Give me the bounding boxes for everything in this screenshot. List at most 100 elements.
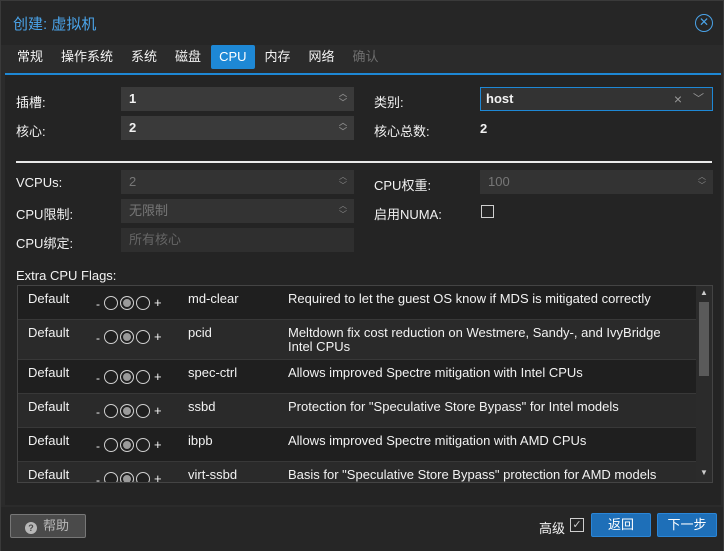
extra-flags-title: Extra CPU Flags: [16, 268, 117, 283]
cpu-weight-input[interactable]: 100 ︿ ﹀ [480, 170, 713, 194]
tab-bar: 常规 操作系统 系统 磁盘 CPU 内存 网络 确认 [9, 45, 389, 73]
tab-disks[interactable]: 磁盘 [167, 45, 209, 69]
vcpus-input[interactable]: 2 ︿ ﹀ [121, 170, 354, 194]
advanced-checkbox[interactable]: ✓ [570, 518, 584, 532]
cores-label: 核心: [16, 124, 46, 139]
scroll-up-icon[interactable]: ▲ [696, 288, 712, 300]
flag-on-radio[interactable] [136, 438, 150, 452]
dialog-title: 创建: 虚拟机 [13, 16, 97, 33]
close-icon[interactable]: ✕ [695, 14, 713, 32]
clear-icon[interactable]: × [674, 88, 682, 110]
scroll-down-icon[interactable]: ▼ [696, 468, 712, 480]
flag-description: Basis for "Speculative Store Bypass" pro… [288, 467, 657, 482]
cpu-panel: 插槽: 1 ︿ ﹀ 核心: 2 ︿ ﹀ 类别: host × ﹀ 核心总数: 2 V… [5, 75, 721, 505]
flag-on-radio[interactable] [136, 472, 150, 482]
back-button[interactable]: 返回 [591, 513, 651, 537]
cores-input[interactable]: 2 ︿ ﹀ [121, 116, 354, 140]
flag-state: Default [28, 325, 70, 340]
check-icon: ✓ [572, 519, 582, 531]
flag-state: Default [28, 291, 70, 306]
sockets-label: 插槽: [16, 95, 46, 110]
help-button[interactable]: ? 帮助 [10, 514, 86, 538]
flag-off-radio[interactable] [104, 296, 118, 310]
flag-state: Default [28, 433, 70, 448]
flag-off-radio[interactable] [104, 404, 118, 418]
flag-on-radio[interactable] [136, 404, 150, 418]
flag-on-radio[interactable] [136, 330, 150, 344]
flag-tristate: - + [96, 403, 162, 419]
sockets-spinner[interactable]: ︿ ﹀ [337, 90, 349, 108]
flag-on-radio[interactable] [136, 296, 150, 310]
cpu-affinity-input[interactable]: 所有核心 [121, 228, 354, 252]
total-cores-label: 核心总数: [374, 124, 430, 139]
tab-os[interactable]: 操作系统 [53, 45, 121, 69]
numa-label: 启用NUMA: [374, 207, 442, 222]
dialog-footer: ? 帮助 高级 ✓ 返回 下一步 [1, 507, 723, 551]
flag-description: Meltdown fix cost reduction on Westmere,… [288, 325, 661, 354]
create-vm-dialog: 创建: 虚拟机 ✕ 常规 操作系统 系统 磁盘 CPU 内存 网络 确认 插槽:… [0, 0, 724, 551]
table-row: Default - + ssbd Protection for "Specula… [18, 394, 696, 428]
flag-tristate: - + [96, 369, 162, 385]
flag-state: Default [28, 467, 70, 482]
flag-name: ssbd [188, 399, 216, 414]
numa-checkbox[interactable] [481, 205, 494, 218]
flag-description: Allows improved Spectre mitigation with … [288, 365, 583, 380]
tab-system[interactable]: 系统 [123, 45, 165, 69]
help-icon: ? [25, 522, 37, 534]
cpu-weight-spinner[interactable]: ︿ ﹀ [696, 173, 708, 191]
flag-name: pcid [188, 325, 212, 340]
cpu-limit-input[interactable]: 无限制 ︿ ﹀ [121, 199, 354, 223]
flag-default-radio[interactable] [120, 404, 134, 418]
flag-default-radio[interactable] [120, 296, 134, 310]
table-row: Default - + virt-ssbd Basis for "Specula… [18, 462, 696, 482]
tab-confirm: 确认 [352, 49, 379, 64]
tab-network[interactable]: 网络 [301, 45, 343, 69]
total-cores-value: 2 [480, 121, 488, 136]
help-button-label: 帮助 [43, 518, 70, 533]
cpu-weight-label: CPU权重: [374, 178, 432, 193]
flags-scrollbar[interactable]: ▲ ▼ [696, 286, 712, 482]
flag-description: Protection for "Speculative Store Bypass… [288, 399, 619, 414]
flag-tristate: - + [96, 470, 166, 482]
chevron-down-icon[interactable]: ﹀ [693, 88, 704, 110]
flag-state: Default [28, 399, 70, 414]
flag-default-radio[interactable] [120, 438, 134, 452]
cpu-affinity-label: CPU绑定: [16, 236, 74, 251]
sockets-input[interactable]: 1 ︿ ﹀ [121, 87, 354, 111]
cpu-flags-grid: Default - + md-clear Required to let the… [17, 285, 713, 483]
flag-default-radio[interactable] [120, 330, 134, 344]
table-row: Default - + spec-ctrl Allows improved Sp… [18, 360, 696, 394]
scroll-thumb[interactable] [699, 302, 709, 376]
vcpus-spinner[interactable]: ︿ ﹀ [337, 173, 349, 191]
flag-description: Allows improved Spectre mitigation with … [288, 433, 587, 448]
flag-default-radio[interactable] [120, 370, 134, 384]
flag-default-radio[interactable] [120, 472, 134, 482]
flag-off-radio[interactable] [104, 438, 118, 452]
flag-on-radio[interactable] [136, 370, 150, 384]
flag-state: Default [28, 365, 70, 380]
flag-name: md-clear [188, 291, 239, 306]
type-label: 类别: [374, 95, 404, 110]
advanced-label: 高级 [539, 521, 566, 536]
flag-off-radio[interactable] [104, 330, 118, 344]
title-bar: 创建: 虚拟机 ✕ [1, 1, 723, 45]
table-row: Default - + md-clear Required to let the… [18, 286, 696, 320]
flag-tristate: - + [96, 329, 162, 345]
flag-off-radio[interactable] [104, 472, 118, 482]
flag-tristate: - + [96, 437, 162, 453]
tab-memory[interactable]: 内存 [257, 45, 299, 69]
cores-spinner[interactable]: ︿ ﹀ [337, 119, 349, 137]
cpu-limit-spinner[interactable]: ︿ ﹀ [337, 202, 349, 220]
vcpus-label: VCPUs: [16, 175, 63, 190]
cpu-type-select[interactable]: host × ﹀ [480, 87, 713, 111]
flag-name: spec-ctrl [188, 365, 238, 380]
tab-general[interactable]: 常规 [9, 45, 51, 69]
flag-tristate: - + [96, 295, 162, 311]
flag-off-radio[interactable] [104, 370, 118, 384]
section-divider [16, 161, 712, 163]
table-row: Default - + pcid Meltdown fix cost reduc… [18, 320, 696, 360]
tab-cpu[interactable]: CPU [211, 45, 255, 69]
cpu-limit-label: CPU限制: [16, 207, 74, 222]
table-row: Default - + ibpb Allows improved Spectre… [18, 428, 696, 462]
next-button[interactable]: 下一步 [657, 513, 717, 537]
